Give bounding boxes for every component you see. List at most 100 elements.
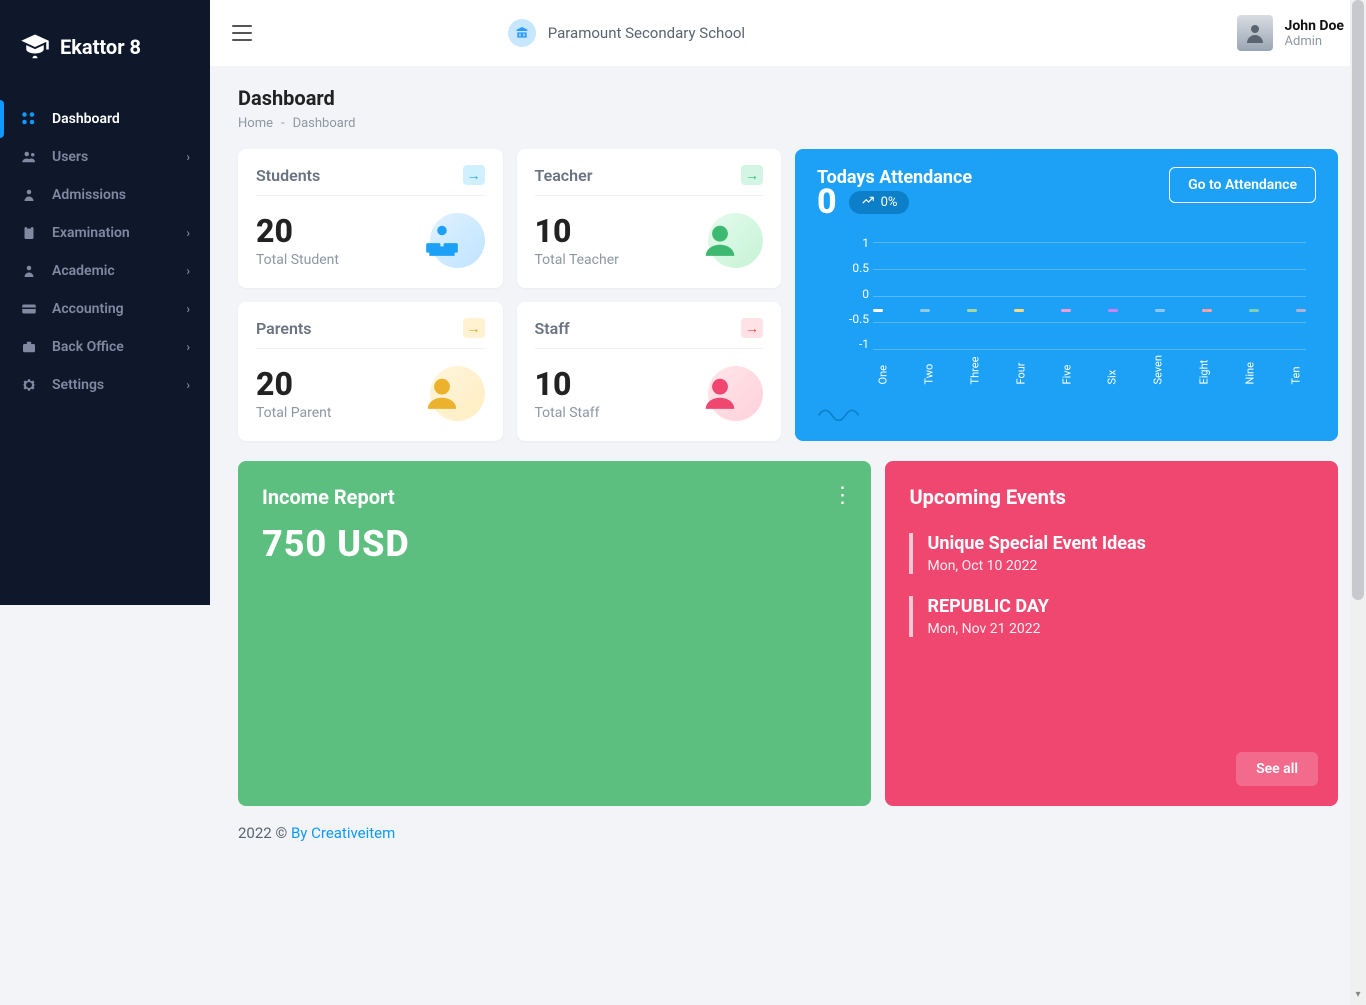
school-selector[interactable]: Paramount Secondary School <box>508 19 745 47</box>
stat-card-students[interactable]: Students → 20 Total Student <box>238 149 503 288</box>
x-tick: Nine <box>1244 365 1257 385</box>
sidebar-label: Users <box>52 149 88 165</box>
stat-card-staff[interactable]: Staff → 10 Total Staff <box>517 302 782 441</box>
stat-value: 10 <box>535 212 619 250</box>
logo-area[interactable]: Ekattor 8 <box>0 0 210 94</box>
sidebar-label: Examination <box>52 225 130 241</box>
chevron-right-icon: › <box>186 150 190 164</box>
stat-subtitle: Total Student <box>256 252 339 268</box>
event-name: Unique Special Event Ideas <box>927 533 1314 554</box>
user-name: John Doe <box>1285 18 1344 34</box>
parent-icon <box>415 366 485 421</box>
stat-cards: Students → 20 Total Student <box>238 149 781 441</box>
graduation-cap-icon <box>20 32 50 62</box>
sidebar-item-academic[interactable]: Academic › <box>0 252 210 290</box>
sidebar-item-users[interactable]: Users › <box>0 138 210 176</box>
academic-icon <box>20 262 38 280</box>
avatar <box>1237 15 1273 51</box>
sidebar-item-admissions[interactable]: Admissions <box>0 176 210 214</box>
see-all-button[interactable]: See all <box>1236 752 1318 786</box>
user-menu[interactable]: John Doe Admin <box>1237 15 1344 51</box>
chevron-right-icon: › <box>186 264 190 278</box>
breadcrumb-separator: - <box>281 116 285 131</box>
staff-icon <box>693 366 763 421</box>
sidebar-item-settings[interactable]: Settings › <box>0 366 210 404</box>
x-tick: One <box>877 365 890 385</box>
x-tick: Eight <box>1198 365 1211 385</box>
chevron-right-icon: › <box>186 302 190 316</box>
sidebar-label: Back Office <box>52 339 124 355</box>
reader-icon <box>415 213 485 268</box>
sidebar-label: Admissions <box>52 187 126 203</box>
sidebar-item-examination[interactable]: Examination › <box>0 214 210 252</box>
event-date: Mon, Oct 10 2022 <box>927 558 1314 574</box>
y-tick: 0 <box>817 287 869 301</box>
attendance-chart: 1 0.5 0 -0.5 -1 <box>817 236 1316 381</box>
page-body: Dashboard Home - Dashboard Students → 20… <box>210 66 1366 1005</box>
scrollbar[interactable]: ▴ ▾ <box>1350 0 1366 1005</box>
attendance-card: Todays Attendance 0 0% Go to Attendance <box>795 149 1338 441</box>
nav: Dashboard Users › Admissions Examination… <box>0 94 210 410</box>
x-tick: Six <box>1106 365 1119 385</box>
stat-subtitle: Total Parent <box>256 405 331 421</box>
stat-title: Staff <box>535 319 570 338</box>
x-tick: Two <box>922 365 935 385</box>
dashboard-icon <box>20 110 38 128</box>
attendance-pct: 0% <box>881 195 898 210</box>
income-title: Income Report <box>262 485 847 509</box>
footer: 2022 © By Creativeitem <box>238 806 1338 842</box>
chart-x-axis: One Two Three Four Five Six Seven Eight … <box>873 368 1306 381</box>
sidebar-item-dashboard[interactable]: Dashboard <box>0 100 210 138</box>
x-tick: Three <box>968 365 981 385</box>
stat-subtitle: Total Teacher <box>535 252 619 268</box>
sidebar-label: Settings <box>52 377 104 393</box>
user-role: Admin <box>1285 34 1344 49</box>
sidebar-item-backoffice[interactable]: Back Office › <box>0 328 210 366</box>
gear-icon <box>20 376 38 394</box>
breadcrumb: Home - Dashboard <box>238 116 1338 131</box>
breadcrumb-home[interactable]: Home <box>238 116 273 131</box>
stat-card-teachers[interactable]: Teacher → 10 Total Teacher <box>517 149 782 288</box>
stat-title: Teacher <box>535 166 593 185</box>
x-tick: Seven <box>1152 365 1165 385</box>
trend-up-icon <box>861 195 875 209</box>
chart-series <box>873 309 1306 312</box>
footer-link[interactable]: By Creativeitem <box>291 824 395 842</box>
events-card: Upcoming Events Unique Special Event Ide… <box>885 461 1338 806</box>
y-tick: 1 <box>817 236 869 250</box>
go-to-attendance-button[interactable]: Go to Attendance <box>1169 167 1316 203</box>
clipboard-icon <box>20 224 38 242</box>
more-menu-icon[interactable]: ⋮ <box>831 483 853 508</box>
chevron-right-icon: › <box>186 378 190 392</box>
topbar: Paramount Secondary School John Doe Admi… <box>210 0 1366 66</box>
page-title: Dashboard <box>238 86 1338 110</box>
arrow-right-icon: → <box>463 318 485 338</box>
top-grid: Students → 20 Total Student <box>238 149 1338 441</box>
chevron-right-icon: › <box>186 226 190 240</box>
stat-card-parents[interactable]: Parents → 20 Total Parent <box>238 302 503 441</box>
event-item[interactable]: Unique Special Event Ideas Mon, Oct 10 2… <box>909 533 1314 574</box>
scrollbar-thumb[interactable] <box>1352 0 1364 600</box>
menu-toggle-icon[interactable] <box>232 25 252 41</box>
income-value: 750 USD <box>262 523 847 565</box>
y-tick: -1 <box>817 337 869 351</box>
income-card: ⋮ Income Report 750 USD <box>238 461 871 806</box>
stat-title: Parents <box>256 319 312 338</box>
y-tick: 0.5 <box>817 261 869 275</box>
card-icon <box>20 300 38 318</box>
events-title: Upcoming Events <box>909 485 1314 509</box>
sidebar-item-accounting[interactable]: Accounting › <box>0 290 210 328</box>
event-item[interactable]: REPUBLIC DAY Mon, Nov 21 2022 <box>909 596 1314 637</box>
stat-value: 10 <box>535 365 600 403</box>
admissions-icon <box>20 186 38 204</box>
x-tick: Five <box>1060 365 1073 385</box>
school-name: Paramount Secondary School <box>548 24 745 42</box>
users-icon <box>20 148 38 166</box>
sidebar-label: Academic <box>52 263 115 279</box>
scroll-down-icon[interactable]: ▾ <box>1350 989 1366 1005</box>
chevron-right-icon: › <box>186 340 190 354</box>
logo-text: Ekattor 8 <box>60 35 141 59</box>
arrow-right-icon: → <box>741 165 763 185</box>
chart-y-axis: 1 0.5 0 -0.5 -1 <box>817 236 869 351</box>
breadcrumb-current: Dashboard <box>293 116 356 131</box>
